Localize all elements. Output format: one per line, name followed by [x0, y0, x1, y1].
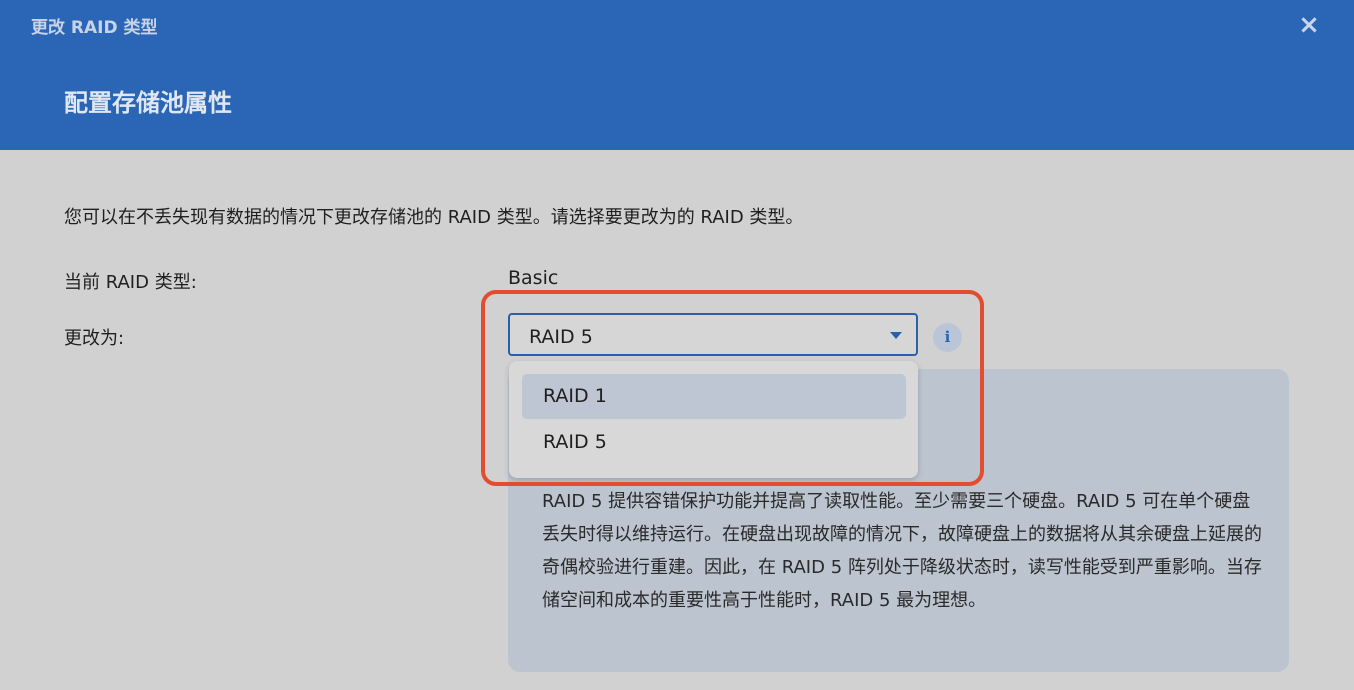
- raid-options-menu: RAID 1 RAID 5: [509, 361, 918, 478]
- current-raid-label: 当前 RAID 类型:: [64, 272, 197, 293]
- change-raid-dialog: 更改 RAID 类型 × 配置存储池属性 您可以在不丢失现有数据的情况下更改存储…: [0, 0, 1354, 690]
- close-icon[interactable]: ×: [1295, 8, 1323, 42]
- dialog-header: 更改 RAID 类型 × 配置存储池属性: [0, 0, 1354, 150]
- current-raid-value: Basic: [508, 267, 559, 289]
- page-title: 配置存储池属性: [64, 89, 232, 117]
- change-to-label: 更改为:: [64, 328, 125, 349]
- info-icon[interactable]: i: [933, 323, 962, 352]
- raid-info-text: RAID 5 提供容错保护功能并提高了读取性能。至少需要三个硬盘。RAID 5 …: [542, 491, 1262, 611]
- raid-option-raid-1[interactable]: RAID 1: [522, 374, 906, 419]
- raid-option-raid-5[interactable]: RAID 5: [522, 420, 906, 465]
- chevron-down-icon[interactable]: [890, 332, 902, 339]
- dialog-title: 更改 RAID 类型: [31, 18, 158, 38]
- description-text: 您可以在不丢失现有数据的情况下更改存储池的 RAID 类型。请选择要更改为的 R…: [64, 207, 804, 228]
- raid-type-select[interactable]: RAID 5: [508, 313, 918, 356]
- selected-raid-value: RAID 5: [529, 326, 593, 348]
